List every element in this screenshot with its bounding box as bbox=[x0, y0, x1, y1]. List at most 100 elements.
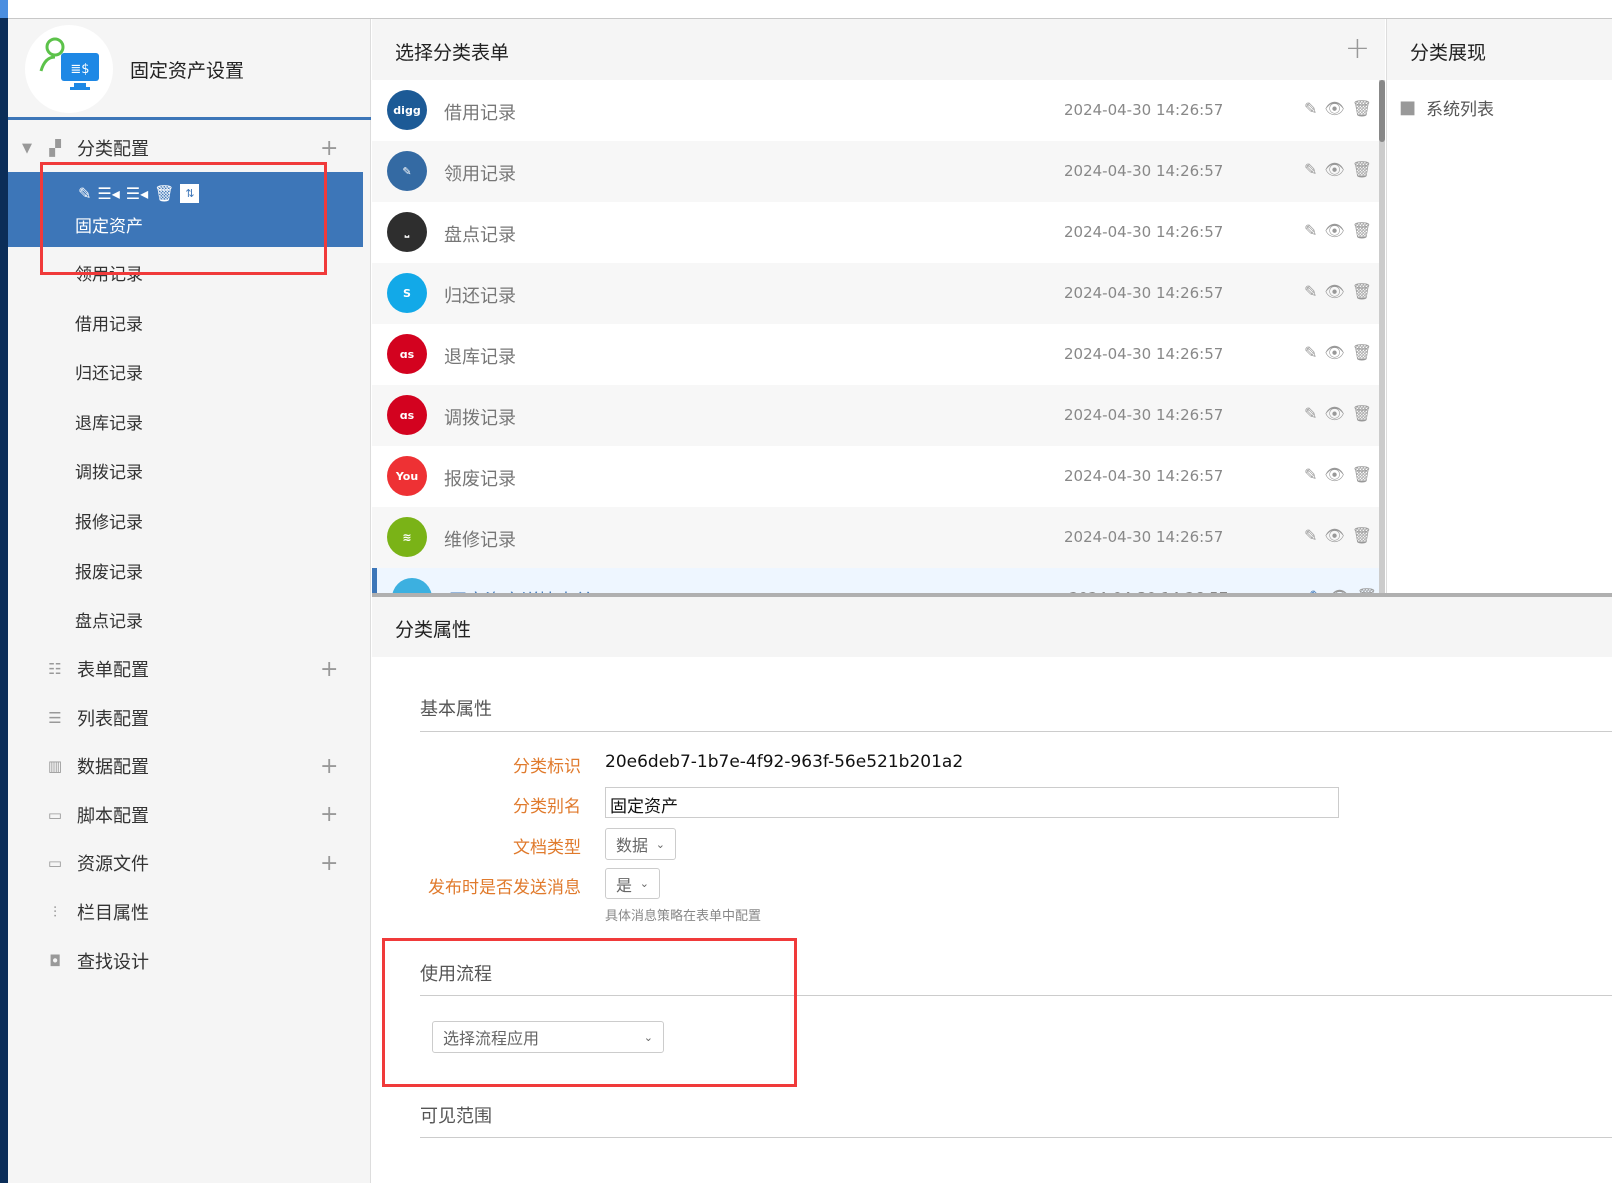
highlight-box bbox=[40, 162, 327, 275]
sidebar: ≣$ 固定资产设置 ▼ ▞ 分类配置 + ✎ ☰◂ ☰◂ 🗑 ⇅ 固定资产 领用… bbox=[8, 19, 371, 1183]
tree-item[interactable]: 报废记录 bbox=[75, 558, 143, 583]
skype-icon: S bbox=[387, 273, 427, 313]
eye-icon[interactable]: 👁 bbox=[1324, 221, 1344, 240]
form-name: 归还记录 bbox=[444, 286, 516, 307]
sliders-icon: ⫶ bbox=[53, 903, 57, 921]
form-name: 调拨记录 bbox=[444, 408, 516, 429]
sidebar-section[interactable]: ▭ 脚本配置 + bbox=[8, 797, 371, 833]
form-row[interactable]: S 归还记录 2024-04-30 14:26:57 ✎ 👁 🗑 bbox=[372, 263, 1379, 324]
system-list-item[interactable]: ■ 系统列表 bbox=[1399, 95, 1494, 120]
form-date: 2024-04-30 14:26:57 bbox=[1064, 162, 1224, 180]
trash-icon[interactable]: 🗑 bbox=[1352, 160, 1372, 179]
spotify-icon: ≋ bbox=[387, 517, 427, 557]
form-row[interactable]: 固定资产详情表单 2024-04-30 14:26:57 ✎👁🗑 bbox=[372, 568, 1379, 593]
add-icon[interactable]: + bbox=[320, 657, 338, 682]
section-visibility: 可见范围 bbox=[420, 1106, 492, 1127]
edit-icon[interactable]: ✎ bbox=[1304, 404, 1317, 423]
sidebar-title: 固定资产设置 bbox=[130, 60, 245, 82]
notify-label: 发布时是否发送消息 bbox=[428, 878, 581, 898]
sidebar-section-label: 列表配置 bbox=[77, 708, 149, 730]
eye-icon[interactable]: 👁 bbox=[1324, 99, 1344, 118]
tree-item[interactable]: 盘点记录 bbox=[75, 607, 143, 632]
eye-icon[interactable]: 👁 bbox=[1324, 343, 1344, 362]
form-row[interactable]: ≋ 维修记录 2024-04-30 14:26:57 ✎ 👁 🗑 bbox=[372, 507, 1379, 568]
doctype-select[interactable]: 数据 ⌄ bbox=[605, 828, 676, 860]
window-edge bbox=[0, 0, 8, 1183]
edit-icon[interactable]: ✎ bbox=[1304, 221, 1317, 240]
form-name: 维修记录 bbox=[444, 530, 516, 551]
eye-icon[interactable]: 👁 bbox=[1324, 160, 1344, 179]
form-row[interactable]: ɑs 调拨记录 2024-04-30 14:26:57 ✎ 👁 🗑 bbox=[372, 385, 1379, 446]
form-name: 报废记录 bbox=[444, 469, 516, 490]
add-form-button[interactable]: + bbox=[1345, 31, 1370, 66]
trash-icon[interactable]: 🗑 bbox=[1352, 221, 1372, 240]
edit-icon[interactable]: ✎ bbox=[1304, 526, 1317, 545]
form-row[interactable]: ɑs 退库记录 2024-04-30 14:26:57 ✎ 👁 🗑 bbox=[372, 324, 1379, 385]
tree-root-classification[interactable]: ▼ ▞ 分类配置 + bbox=[8, 130, 371, 166]
form-date: 2024-04-30 14:26:57 bbox=[1064, 528, 1224, 546]
cloud-icon bbox=[392, 578, 432, 593]
eye-icon[interactable]: 👁 bbox=[1324, 282, 1344, 301]
add-icon[interactable]: + bbox=[320, 851, 338, 876]
form-row[interactable]: You 报废记录 2024-04-30 14:26:57 ✎ 👁 🗑 bbox=[372, 446, 1379, 507]
tree-item[interactable]: 报修记录 bbox=[75, 508, 143, 533]
form-date: 2024-04-30 14:26:57 bbox=[1064, 345, 1224, 363]
section-basic: 基本属性 bbox=[420, 699, 492, 720]
trash-icon[interactable]: 🗑 bbox=[1352, 99, 1372, 118]
eye-icon[interactable]: 👁 bbox=[1324, 404, 1344, 423]
notify-select[interactable]: 是 ⌄ bbox=[605, 868, 660, 899]
list-icon: ☰ bbox=[48, 708, 62, 727]
divider bbox=[8, 117, 371, 120]
trash-icon[interactable]: 🗑 bbox=[1352, 465, 1372, 484]
digg-icon: digg bbox=[387, 90, 427, 130]
sidebar-section[interactable]: ◘ 查找设计 bbox=[8, 943, 371, 979]
tree-item[interactable]: 借用记录 bbox=[75, 310, 143, 335]
sidebar-section[interactable]: ▥ 数据配置 + bbox=[8, 748, 371, 784]
form-row[interactable]: digg 借用记录 2024-04-30 14:26:57 ✎ 👁 🗑 bbox=[372, 80, 1379, 141]
eye-icon[interactable]: 👁 bbox=[1324, 526, 1344, 545]
sidebar-section[interactable]: ☷ 表单配置 + bbox=[8, 651, 371, 687]
tree-item[interactable]: 调拨记录 bbox=[75, 458, 143, 483]
edit-icon[interactable]: ✎ bbox=[1304, 343, 1317, 362]
add-icon[interactable]: + bbox=[320, 754, 338, 779]
divider bbox=[420, 731, 1612, 732]
edit-icon[interactable]: ✎ bbox=[1304, 282, 1317, 301]
form-date: 2024-04-30 14:26:57 bbox=[1064, 467, 1224, 485]
sidebar-section[interactable]: ☰ 列表配置 bbox=[8, 700, 371, 736]
chart-icon: ▥ bbox=[47, 757, 63, 776]
panel-title: 选择分类表单 bbox=[395, 42, 510, 64]
panel-header: 选择分类表单 + bbox=[372, 19, 1385, 80]
doctype-label: 文档类型 bbox=[513, 838, 581, 858]
eye-icon[interactable]: 👁 bbox=[1324, 465, 1344, 484]
form-date: 2024-04-30 14:26:57 bbox=[1064, 101, 1224, 119]
edit-icon[interactable]: ✎ bbox=[1304, 99, 1317, 118]
panel-title: 分类展现 bbox=[1410, 42, 1487, 64]
add-icon[interactable]: + bbox=[320, 802, 338, 827]
lastfm-icon: ɑs bbox=[387, 395, 427, 435]
sidebar-section-label: 栏目属性 bbox=[77, 903, 149, 924]
scrollbar[interactable] bbox=[1379, 80, 1385, 593]
display-panel: 分类展现 ■ 系统列表 bbox=[1386, 19, 1612, 593]
trash-icon[interactable]: 🗑 bbox=[1352, 404, 1372, 423]
edit-icon[interactable]: ✎ bbox=[1304, 465, 1317, 484]
form-row[interactable]: ✎ 领用记录 2024-04-30 14:26:57 ✎ 👁 🗑 bbox=[372, 141, 1379, 202]
alias-input[interactable]: 固定资产 bbox=[605, 787, 1339, 818]
form-name: 退库记录 bbox=[444, 347, 516, 368]
tree-item[interactable]: 归还记录 bbox=[75, 359, 143, 384]
edit-icon[interactable]: ✎ bbox=[1304, 160, 1317, 179]
sidebar-section[interactable]: ⫶ 栏目属性 bbox=[8, 894, 371, 930]
add-icon[interactable]: + bbox=[320, 136, 338, 161]
app-logo-icon: ≣$ bbox=[25, 25, 113, 113]
trash-icon[interactable]: 🗑 bbox=[1352, 526, 1372, 545]
sidebar-section-label: 表单配置 bbox=[77, 660, 149, 681]
form-row[interactable]: ⎵ 盘点记录 2024-04-30 14:26:57 ✎ 👁 🗑 bbox=[372, 202, 1379, 263]
tree-item[interactable]: 退库记录 bbox=[75, 409, 143, 434]
trash-icon[interactable]: 🗑 bbox=[1352, 282, 1372, 301]
trash-icon[interactable]: 🗑 bbox=[1352, 343, 1372, 362]
notify-hint: 具体消息策略在表单中配置 bbox=[605, 909, 762, 924]
form-date: 2024-04-30 14:26:57 bbox=[1064, 284, 1224, 302]
sidebar-section[interactable]: ▭ 资源文件 + bbox=[8, 845, 371, 881]
form-name: 盘点记录 bbox=[444, 225, 516, 246]
form-date: 2024-04-30 14:26:57 bbox=[1064, 223, 1224, 241]
caret-down-icon[interactable]: ▼ bbox=[22, 141, 32, 156]
